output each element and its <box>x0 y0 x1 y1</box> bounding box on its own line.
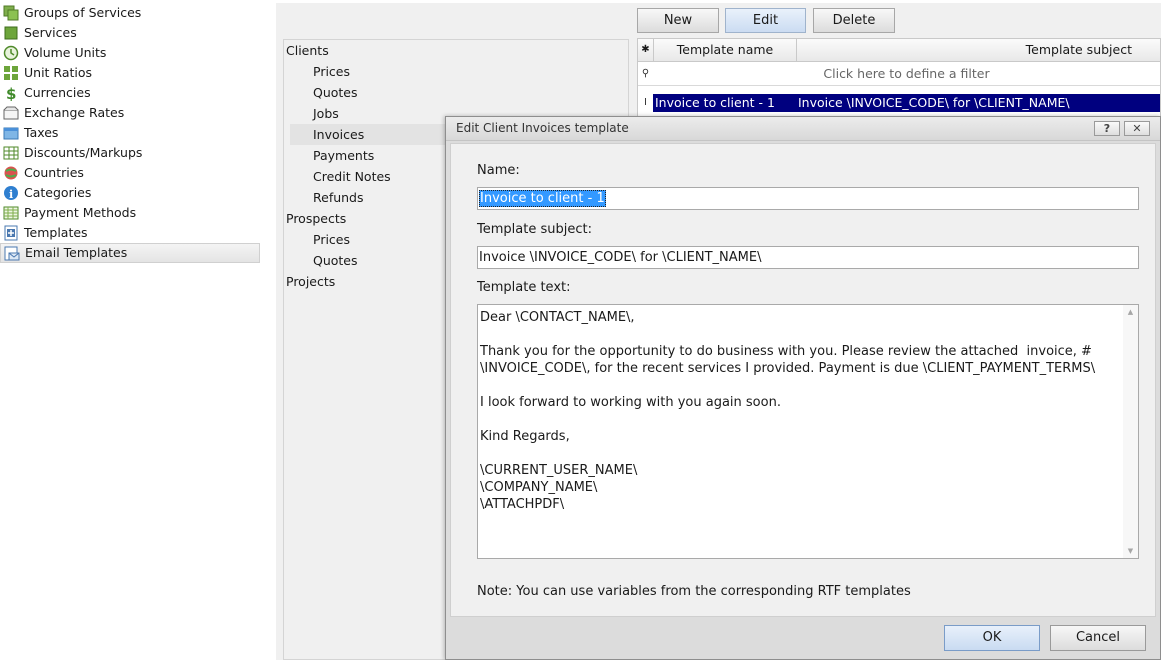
nav-item-countries[interactable]: Countries <box>0 163 262 183</box>
table-icon <box>3 145 19 161</box>
email-templates-icon <box>4 246 20 262</box>
nav-item-label: Services <box>24 25 77 40</box>
edit-button-label: Edit <box>752 13 779 28</box>
left-navigation: Groups of Services Services Volume Units Un… <box>0 3 262 263</box>
help-button[interactable]: ? <box>1094 121 1120 136</box>
nav-item-currencies[interactable]: $ Currencies <box>0 83 262 103</box>
cursor-icon: I <box>644 97 647 108</box>
close-button[interactable]: ✕ <box>1124 121 1150 136</box>
delete-button-label: Delete <box>832 13 876 28</box>
cancel-button[interactable]: Cancel <box>1050 625 1146 651</box>
ok-button-label: OK <box>982 630 1002 645</box>
svg-text:$: $ <box>6 85 16 101</box>
unit-ratios-icon <box>3 65 19 81</box>
globe-icon <box>3 165 19 181</box>
filter-row[interactable]: ⚲ Click here to define a filter <box>638 62 1160 86</box>
close-icon: ✕ <box>1132 122 1142 135</box>
scroll-down-icon[interactable]: ▼ <box>1123 547 1138 555</box>
nav-item-volume-units[interactable]: Volume Units <box>0 43 262 63</box>
tree-item-prices[interactable]: Prices <box>290 61 628 82</box>
cancel-button-label: Cancel <box>1075 630 1121 645</box>
nav-item-label: Currencies <box>24 85 91 100</box>
nav-item-label: Taxes <box>24 125 59 140</box>
name-value: Invoice to client - 1 <box>479 190 606 207</box>
tree-item-clients[interactable]: Clients <box>284 40 628 61</box>
nav-item-label: Discounts/Markups <box>24 145 143 160</box>
variables-note: Note: You can use variables from the cor… <box>477 584 911 599</box>
edit-template-dialog: Edit Client Invoices template ? ✕ Name: … <box>445 116 1161 660</box>
nav-item-exchange-rates[interactable]: Exchange Rates <box>0 103 262 123</box>
nav-item-email-templates[interactable]: Email Templates <box>0 243 260 263</box>
new-row-marker: ✱ <box>641 44 650 55</box>
nav-item-discounts-markups[interactable]: Discounts/Markups <box>0 143 262 163</box>
table-row[interactable]: Invoice to client - 1 Invoice \INVOICE_C… <box>653 94 1160 112</box>
nav-item-label: Email Templates <box>25 245 128 260</box>
edit-button[interactable]: Edit <box>725 8 806 33</box>
nav-item-templates[interactable]: Templates <box>0 223 262 243</box>
nav-item-label: Templates <box>24 225 88 240</box>
nav-item-label: Categories <box>24 185 92 200</box>
name-label: Name: <box>477 163 520 178</box>
dialog-title-bar[interactable]: Edit Client Invoices template ? ✕ <box>446 117 1160 141</box>
nav-item-groups-of-services[interactable]: Groups of Services <box>0 3 262 23</box>
nav-item-label: Payment Methods <box>24 205 137 220</box>
taxes-icon <box>3 125 19 141</box>
tree-item-quotes[interactable]: Quotes <box>290 82 628 103</box>
help-icon: ? <box>1103 122 1111 135</box>
payment-methods-icon <box>3 205 19 221</box>
new-button-label: New <box>663 13 693 28</box>
template-text-label: Template text: <box>477 280 571 295</box>
nav-item-services[interactable]: Services <box>0 23 262 43</box>
filter-hint: Click here to define a filter <box>823 66 990 81</box>
template-subject-value: Invoice \INVOICE_CODE\ for \CLIENT_NAME\ <box>479 250 762 265</box>
template-subject-cell: Invoice \INVOICE_CODE\ for \CLIENT_NAME\ <box>798 95 1070 110</box>
template-subject-field[interactable]: Invoice \INVOICE_CODE\ for \CLIENT_NAME\ <box>477 246 1139 269</box>
column-header-template-subject[interactable]: Template subject <box>797 39 1161 61</box>
template-text-area[interactable]: Dear \CONTACT_NAME\, Thank you for the o… <box>477 304 1139 559</box>
svg-text:i: i <box>9 188 13 201</box>
nav-item-label: Exchange Rates <box>24 105 125 120</box>
name-field[interactable]: Invoice to client - 1 <box>477 187 1139 210</box>
template-text-value: Dear \CONTACT_NAME\, Thank you for the o… <box>480 310 1096 512</box>
nav-item-categories[interactable]: i Categories <box>0 183 262 203</box>
dialog-title: Edit Client Invoices template <box>456 121 629 135</box>
nav-item-payment-methods[interactable]: Payment Methods <box>0 203 262 223</box>
column-header-template-name[interactable]: Template name <box>654 39 796 61</box>
scroll-up-icon[interactable]: ▲ <box>1123 308 1138 316</box>
info-icon: i <box>3 185 19 201</box>
groups-icon <box>3 5 19 21</box>
nav-item-label: Volume Units <box>24 45 107 60</box>
vertical-scrollbar[interactable]: ▲ ▼ <box>1123 305 1138 558</box>
filter-icon: ⚲ <box>641 68 650 79</box>
new-button[interactable]: New <box>637 8 719 33</box>
template-name-cell: Invoice to client - 1 <box>655 95 775 110</box>
dialog-body: Name: Invoice to client - 1 Template sub… <box>450 143 1156 617</box>
nav-item-label: Groups of Services <box>24 5 142 20</box>
nav-item-label: Countries <box>24 165 84 180</box>
exchange-rates-icon <box>3 105 19 121</box>
services-icon <box>3 25 19 41</box>
delete-button[interactable]: Delete <box>813 8 895 33</box>
grid-header: ✱ Template name Template subject <box>638 39 1160 62</box>
nav-item-label: Unit Ratios <box>24 65 93 80</box>
templates-icon <box>3 225 19 241</box>
ok-button[interactable]: OK <box>944 625 1040 651</box>
nav-item-taxes[interactable]: Taxes <box>0 123 262 143</box>
dollar-icon: $ <box>3 85 19 101</box>
volume-units-icon <box>3 45 19 61</box>
template-subject-label: Template subject: <box>477 222 592 237</box>
nav-item-unit-ratios[interactable]: Unit Ratios <box>0 63 262 83</box>
